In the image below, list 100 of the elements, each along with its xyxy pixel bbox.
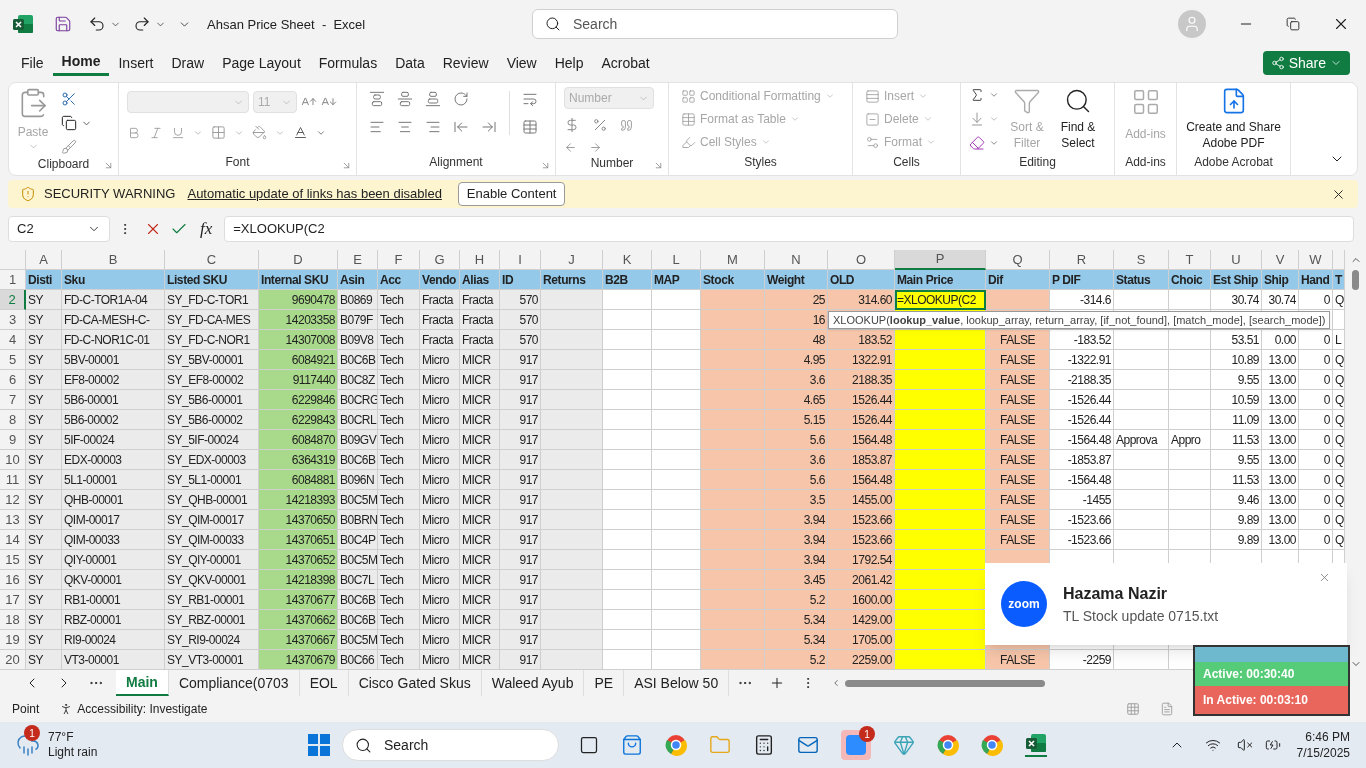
italic-icon[interactable] bbox=[149, 125, 163, 140]
menu-tab[interactable]: File bbox=[12, 50, 53, 76]
comma-style-icon[interactable] bbox=[620, 118, 633, 132]
format-painter-icon[interactable] bbox=[61, 139, 77, 155]
column-header[interactable]: D bbox=[259, 250, 338, 270]
restore-icon[interactable] bbox=[1286, 17, 1300, 31]
column-header[interactable]: E bbox=[338, 250, 378, 270]
row-number[interactable]: 15 bbox=[0, 550, 26, 570]
column-header[interactable]: Q bbox=[986, 250, 1050, 270]
row-number[interactable]: 7 bbox=[0, 390, 26, 410]
network-icon[interactable] bbox=[1204, 737, 1221, 753]
align-center-icon[interactable] bbox=[397, 119, 413, 135]
top-align-icon[interactable] bbox=[369, 91, 385, 107]
fill-color-icon[interactable] bbox=[252, 125, 267, 140]
row-number[interactable]: 12 bbox=[0, 490, 26, 510]
mail-icon[interactable] bbox=[797, 734, 819, 756]
row-number[interactable]: 18 bbox=[0, 610, 26, 630]
table-cell[interactable]: =XLOOKUP(C2 bbox=[895, 290, 986, 310]
column-header[interactable]: P bbox=[895, 250, 986, 270]
column-header[interactable]: L bbox=[652, 250, 701, 270]
task-view-icon[interactable] bbox=[579, 735, 599, 755]
battery-icon[interactable] bbox=[1264, 737, 1281, 753]
gem-icon[interactable] bbox=[893, 734, 915, 756]
cut-icon[interactable] bbox=[61, 91, 77, 107]
scrollbar-thumb[interactable] bbox=[845, 679, 1046, 687]
eraser-icon[interactable] bbox=[969, 135, 985, 151]
find-select-button[interactable]: Find & Select bbox=[1055, 87, 1101, 151]
scrollbar-thumb[interactable] bbox=[1352, 270, 1359, 290]
row-number[interactable]: 5 bbox=[0, 350, 26, 370]
row-number[interactable]: 16 bbox=[0, 570, 26, 590]
column-header[interactable]: G bbox=[420, 250, 460, 270]
create-pdf-button[interactable]: Create and Share Adobe PDF bbox=[1177, 83, 1290, 151]
column-header[interactable]: M bbox=[701, 250, 765, 270]
dialog-launcher-icon[interactable] bbox=[341, 160, 352, 171]
row-number[interactable]: 3 bbox=[0, 310, 26, 330]
decrease-decimal-icon[interactable] bbox=[589, 141, 602, 154]
column-header[interactable]: O bbox=[828, 250, 895, 270]
normal-view-icon[interactable] bbox=[1126, 702, 1140, 716]
column-header[interactable]: B bbox=[62, 250, 165, 270]
menu-tab[interactable]: Page Layout bbox=[213, 50, 310, 76]
menu-tab[interactable]: Help bbox=[545, 50, 593, 76]
row-number[interactable]: 6 bbox=[0, 370, 26, 390]
menu-tab[interactable]: Review bbox=[433, 50, 498, 76]
copy-icon[interactable] bbox=[61, 115, 77, 131]
column-header[interactable]: W bbox=[1299, 250, 1333, 270]
save-icon[interactable] bbox=[54, 15, 72, 33]
column-header[interactable]: K bbox=[603, 250, 652, 270]
column-header[interactable]: A bbox=[26, 250, 62, 270]
sheet-tab[interactable]: Cisco Gated Skus bbox=[348, 670, 482, 696]
menu-tab[interactable]: Draw bbox=[162, 50, 214, 76]
align-left-icon[interactable] bbox=[369, 119, 385, 135]
dialog-launcher-icon[interactable] bbox=[540, 160, 551, 171]
row-number[interactable]: 2 bbox=[0, 290, 26, 310]
column-header[interactable]: C bbox=[165, 250, 259, 270]
merge-icon[interactable] bbox=[522, 119, 538, 135]
caret-icon[interactable] bbox=[989, 90, 999, 100]
align-right-icon[interactable] bbox=[425, 119, 441, 135]
taskbar-search-field[interactable]: Search bbox=[342, 729, 559, 761]
sheet-tab[interactable]: Main bbox=[116, 670, 169, 696]
increase-indent-icon[interactable] bbox=[481, 119, 497, 135]
sheet-tab[interactable]: ASI Below 50 bbox=[624, 670, 730, 696]
function-label[interactable]: fx bbox=[200, 216, 213, 242]
bottom-align-icon[interactable] bbox=[425, 91, 441, 107]
menu-tab[interactable]: Formulas bbox=[309, 50, 387, 76]
menu-tab[interactable]: View bbox=[497, 50, 546, 76]
borders-icon[interactable] bbox=[211, 125, 226, 140]
menu-tab[interactable]: Home bbox=[52, 50, 110, 76]
row-number[interactable]: 4 bbox=[0, 330, 26, 350]
warning-link[interactable]: Automatic update of links has been disabled bbox=[187, 184, 442, 204]
sheet-tab[interactable]: PE bbox=[584, 670, 625, 696]
column-header[interactable]: J bbox=[541, 250, 603, 270]
sheet-tab[interactable]: Compliance(0703 bbox=[168, 670, 300, 696]
autosum-icon[interactable] bbox=[969, 87, 985, 103]
row-number[interactable]: 1 bbox=[0, 270, 26, 290]
browser-icon[interactable] bbox=[937, 734, 959, 756]
sheet-tab[interactable]: EOL bbox=[299, 670, 349, 696]
percent-icon[interactable] bbox=[592, 117, 608, 133]
sheet-tab[interactable]: Waleed Ayub bbox=[481, 670, 585, 696]
folder-icon[interactable] bbox=[709, 734, 731, 756]
menu-tab[interactable]: Data bbox=[386, 50, 434, 76]
accessibility-button[interactable]: Accessibility: Investigate bbox=[59, 700, 208, 718]
underline-icon[interactable] bbox=[171, 125, 185, 140]
volume-icon[interactable] bbox=[1236, 737, 1253, 753]
menu-tab[interactable]: Acrobat bbox=[592, 50, 659, 76]
store-icon[interactable] bbox=[621, 734, 643, 756]
caret-icon[interactable] bbox=[989, 114, 999, 124]
column-header[interactable]: I bbox=[500, 250, 541, 270]
calculator-icon[interactable] bbox=[753, 734, 775, 756]
share-button[interactable]: Share bbox=[1262, 51, 1350, 75]
row-number[interactable]: 14 bbox=[0, 530, 26, 550]
column-header[interactable]: T bbox=[1169, 250, 1211, 270]
font-color-icon[interactable] bbox=[293, 125, 308, 140]
dialog-launcher-icon[interactable] bbox=[653, 160, 664, 171]
row-number[interactable]: 20 bbox=[0, 650, 26, 670]
column-header[interactable]: R bbox=[1050, 250, 1114, 270]
row-number[interactable]: 13 bbox=[0, 510, 26, 530]
row-number[interactable]: 9 bbox=[0, 430, 26, 450]
formula-field[interactable]: =XLOOKUP(C2 bbox=[224, 216, 1354, 242]
column-header[interactable]: N bbox=[765, 250, 828, 270]
row-number[interactable]: 17 bbox=[0, 590, 26, 610]
